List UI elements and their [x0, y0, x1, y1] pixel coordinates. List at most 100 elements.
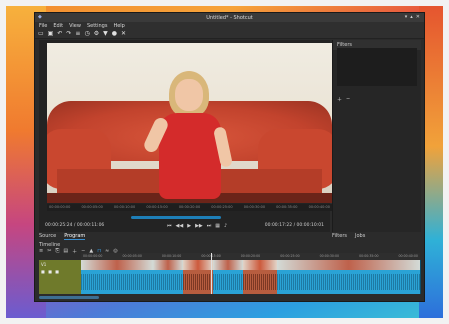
timeline-clip[interactable] [183, 260, 214, 294]
append-icon[interactable]: ＋ [72, 248, 77, 255]
tab-filters[interactable]: Filters [332, 233, 347, 239]
clip-waveform [277, 274, 420, 290]
undo-icon[interactable]: ↶ [57, 30, 62, 37]
player-panel: 00:00:00:00 00:00:05:00 00:00:10:00 00:0… [39, 40, 332, 232]
scrub-tick: 00:00:05:00 [81, 205, 103, 209]
menu-bar: File Edit View Settings Help [35, 22, 424, 29]
app-icon: ◆ [38, 14, 42, 20]
add-filter-icon[interactable]: ＋ [337, 96, 342, 103]
save-icon[interactable]: ▣ [48, 30, 54, 37]
scrubber-ruler[interactable]: 00:00:00:00 00:00:05:00 00:00:10:00 00:0… [47, 204, 332, 211]
redo-icon[interactable]: ↷ [66, 30, 71, 37]
menu-file[interactable]: File [39, 23, 47, 29]
scrub-tick: 00:00:40:00 [308, 205, 330, 209]
clip-waveform [243, 274, 277, 290]
ruler-tick: 00:00:30:00 [319, 254, 340, 258]
menu-edit[interactable]: Edit [53, 23, 63, 29]
menu-icon[interactable]: ≡ [39, 248, 43, 255]
filter-icon[interactable]: ▼ [103, 30, 108, 37]
clip-waveform [81, 274, 153, 290]
timeline-ruler[interactable]: 00:00:00:00 00:00:05:00 00:00:10:00 00:0… [81, 253, 420, 260]
history-icon[interactable]: ◷ [84, 30, 89, 37]
clip-waveform [213, 274, 243, 290]
title-bar: ◆ Untitled* - Shotcut ▾ ▴ ✕ [35, 13, 424, 22]
timeline-clip[interactable] [153, 260, 184, 294]
clip-waveform [153, 274, 183, 290]
fast-forward-icon[interactable]: ▶▶ [195, 223, 203, 229]
main-toolbar: ▭ ▣ ↶ ↷ ≡ ◷ ⚙ ▼ ● ✕ [35, 29, 424, 39]
track-name: V1 [41, 262, 47, 267]
scrub-selection[interactable] [131, 216, 221, 219]
tab-jobs[interactable]: Jobs [355, 233, 365, 239]
remove-filter-icon[interactable]: − [346, 96, 350, 103]
clip-waveform [183, 274, 213, 290]
menu-view[interactable]: View [69, 23, 81, 29]
scrub-tick: 00:00:15:00 [146, 205, 168, 209]
ruler-tick: 00:00:25:00 [280, 254, 300, 258]
player-tabs: Source Program [39, 233, 86, 240]
girl-hand [185, 91, 197, 103]
ruler-tick: 00:00:20:00 [240, 254, 261, 258]
ruler-tick: 00:00:05:00 [122, 254, 142, 258]
filters-list[interactable] [337, 48, 417, 86]
paste-icon[interactable]: ▤ [63, 248, 68, 255]
video-track [81, 260, 421, 294]
clip-thumbnail [213, 260, 243, 270]
clip-thumbnail [153, 260, 183, 270]
current-timecode[interactable]: 00:00:25:24 [45, 223, 72, 228]
clip-thumbnail [243, 260, 277, 270]
scrub-tick: 00:00:35:00 [276, 205, 298, 209]
mute-icon[interactable]: ■ [41, 269, 46, 274]
transport-buttons: ⏮ ◀◀ ▶ ▶▶ ⏭ ▦ ♪ [167, 223, 227, 229]
ruler-tick: 00:00:00:00 [83, 254, 103, 258]
scrub-tick: 00:00:10:00 [113, 205, 136, 209]
minimize-icon[interactable]: ▾ [405, 14, 408, 20]
timeline-clip[interactable] [213, 260, 244, 294]
skip-start-icon[interactable]: ⏮ [167, 223, 172, 229]
filters-panel: Filters ＋ − [332, 40, 421, 232]
copy-icon[interactable]: ⎘ [55, 248, 59, 255]
track-header[interactable]: V1 ■ ■ ■ [39, 260, 81, 294]
timeline-clip[interactable] [243, 260, 278, 294]
timeline-clip[interactable] [277, 260, 421, 294]
record-icon[interactable]: ● [112, 30, 117, 37]
close-project-icon[interactable]: ✕ [121, 30, 126, 37]
right-panel-tabs: Filters Jobs [332, 233, 365, 239]
timeline-scrollbar[interactable] [39, 296, 99, 299]
scrub-tick: 00:00:25:00 [211, 205, 233, 209]
grid-icon[interactable]: ▦ [215, 223, 220, 229]
play-icon[interactable]: ▶ [187, 223, 191, 229]
playhead[interactable] [211, 253, 212, 294]
duration: / 00:00:11:06 [73, 223, 105, 228]
scrub-tick: 00:00:20:00 [178, 205, 201, 209]
filters-actions: ＋ − [337, 96, 350, 103]
volume-icon[interactable]: ♪ [224, 223, 227, 229]
playlist-icon[interactable]: ≡ [75, 30, 80, 37]
open-icon[interactable]: ▭ [38, 30, 44, 37]
skip-end-icon[interactable]: ⏭ [207, 223, 212, 229]
window-controls: ▾ ▴ ✕ [405, 14, 420, 20]
close-icon[interactable]: ✕ [416, 14, 420, 20]
tab-source[interactable]: Source [39, 233, 56, 240]
menu-help[interactable]: Help [113, 23, 124, 29]
window-title: Untitled* - Shotcut [206, 14, 253, 21]
menu-settings[interactable]: Settings [87, 23, 108, 29]
transport-bar: 00:00:25:24 / 00:00:11:06 ⏮ ◀◀ ▶ ▶▶ ⏭ ▦ … [39, 221, 330, 230]
timeline-clip[interactable] [81, 260, 154, 294]
cut-icon[interactable]: ✂ [47, 248, 51, 255]
ruler-tick: 00:00:35:00 [359, 254, 379, 258]
scrub-tick: 00:00:00:00 [49, 205, 71, 209]
settings-icon[interactable]: ⚙ [94, 30, 99, 37]
maximize-icon[interactable]: ▴ [410, 14, 413, 20]
hide-icon[interactable]: ■ [48, 269, 53, 274]
rewind-icon[interactable]: ◀◀ [176, 223, 184, 229]
clip-thumbnail [277, 260, 420, 270]
track-icons: ■ ■ ■ [41, 269, 60, 274]
video-preview [47, 43, 332, 203]
lock-icon[interactable]: ■ [55, 269, 60, 274]
ruler-tick: 00:00:40:00 [398, 254, 418, 258]
ruler-tick: 00:00:10:00 [161, 254, 182, 258]
tab-program[interactable]: Program [64, 233, 86, 240]
clip-thumbnail [183, 260, 213, 270]
app-window: ◆ Untitled* - Shotcut ▾ ▴ ✕ File Edit Vi… [34, 12, 425, 302]
